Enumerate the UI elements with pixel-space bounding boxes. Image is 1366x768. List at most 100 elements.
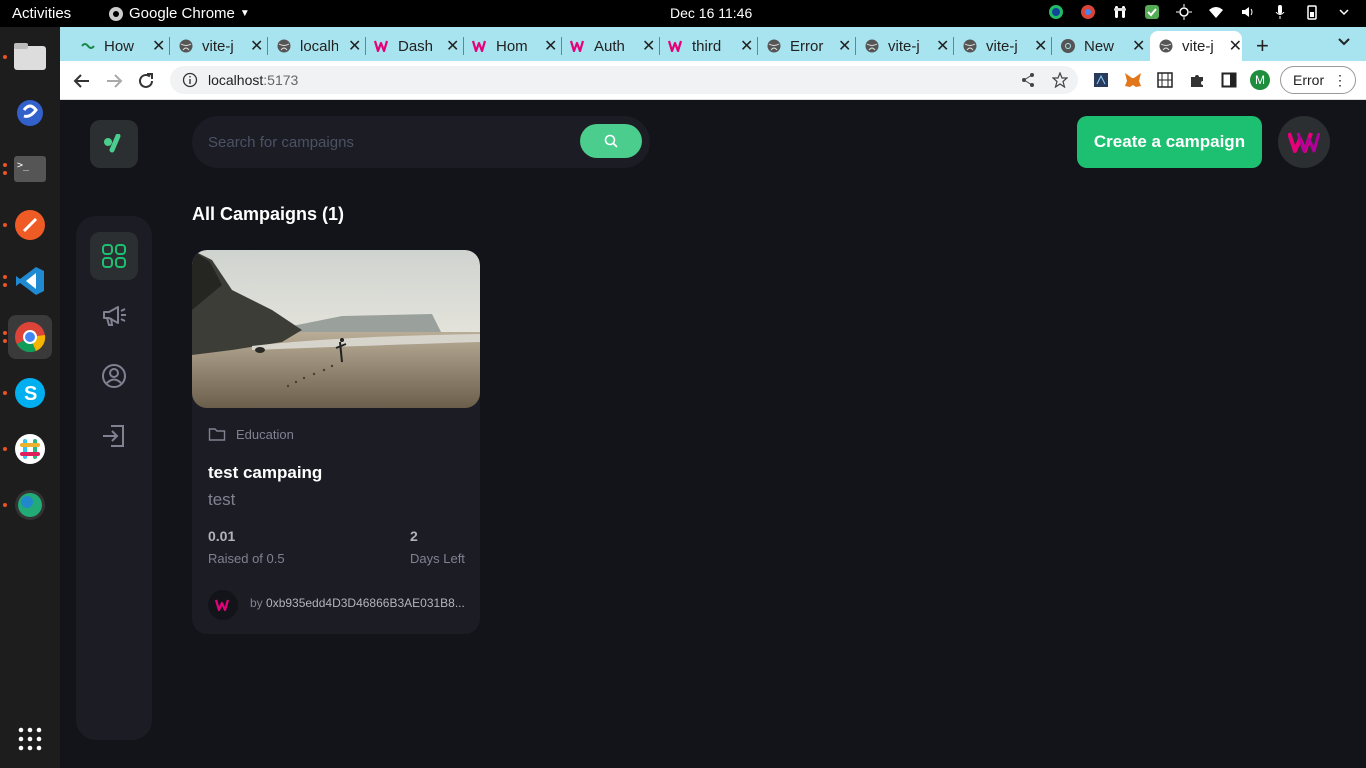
w-logo-icon bbox=[668, 38, 684, 54]
profile-avatar-button[interactable] bbox=[1278, 116, 1330, 168]
chrome-app-icon[interactable] bbox=[8, 315, 52, 359]
globe-icon bbox=[178, 38, 194, 54]
create-campaign-button[interactable]: Create a campaign bbox=[1077, 116, 1262, 168]
clock[interactable]: Dec 16 11:46 bbox=[670, 5, 752, 21]
logo-icon bbox=[104, 134, 121, 153]
app-logo[interactable] bbox=[90, 120, 138, 168]
logout-icon bbox=[103, 425, 124, 447]
running-indicator bbox=[3, 447, 7, 451]
extension-grid-icon[interactable] bbox=[1156, 71, 1174, 89]
w-logo-icon bbox=[374, 38, 390, 54]
tab-title: New bbox=[1084, 37, 1115, 55]
close-icon[interactable]: ✕ bbox=[446, 36, 459, 56]
close-icon[interactable]: ✕ bbox=[1229, 36, 1242, 56]
reload-icon bbox=[139, 73, 153, 88]
owner-prefix: by bbox=[250, 596, 267, 610]
close-icon[interactable]: ✕ bbox=[544, 36, 557, 56]
browser-tab[interactable]: Hom ✕ bbox=[464, 31, 560, 61]
amount-raised: 0.01 bbox=[208, 528, 236, 544]
puzzle-icon[interactable] bbox=[1188, 71, 1206, 89]
terminal-app-icon[interactable]: >_ bbox=[8, 147, 52, 191]
search-input[interactable] bbox=[208, 130, 568, 154]
volume-icon[interactable] bbox=[1240, 4, 1256, 20]
files-app-icon[interactable] bbox=[8, 35, 52, 79]
campaign-description: test bbox=[208, 490, 236, 509]
close-icon[interactable]: ✕ bbox=[250, 36, 263, 56]
folder-icon bbox=[208, 428, 226, 441]
search-icon bbox=[604, 134, 618, 148]
globe-tray-icon[interactable] bbox=[1048, 4, 1064, 20]
postman-app-icon[interactable] bbox=[8, 203, 52, 247]
browser-tab[interactable]: vite-j ✕ bbox=[954, 31, 1050, 61]
close-icon[interactable]: ✕ bbox=[936, 36, 949, 56]
running-indicator bbox=[3, 275, 7, 279]
extension-network-icon[interactable] bbox=[1092, 71, 1110, 89]
activities-button[interactable]: Activities bbox=[12, 5, 71, 22]
close-icon[interactable]: ✕ bbox=[642, 36, 655, 56]
tab-title: Dash bbox=[398, 37, 434, 55]
browser-tab[interactable]: How ✕ bbox=[72, 31, 168, 61]
sync-error-button[interactable]: Error ⋮ bbox=[1280, 66, 1356, 94]
owner-address: 0xb935edd4D3D46866B3AE031B8... bbox=[266, 596, 465, 610]
close-icon[interactable]: ✕ bbox=[348, 36, 361, 56]
show-apps-icon[interactable] bbox=[8, 717, 52, 761]
browser-tab[interactable]: Error ✕ bbox=[758, 31, 854, 61]
profile-avatar[interactable]: M bbox=[1250, 70, 1270, 90]
simplenote-app-icon[interactable] bbox=[8, 91, 52, 135]
amount-raised-label: Raised of 0.5 bbox=[208, 551, 285, 566]
campaign-card[interactable]: Education test campaing test 0.01 Raised… bbox=[192, 250, 480, 634]
tab-title: third bbox=[692, 37, 722, 55]
browser-tab[interactable]: Dash ✕ bbox=[366, 31, 462, 61]
metamask-icon[interactable] bbox=[1124, 71, 1142, 89]
update-tray-icon[interactable] bbox=[1144, 4, 1160, 20]
browser-tab[interactable]: vite-j ✕ bbox=[1150, 31, 1242, 61]
side-panel-icon[interactable] bbox=[1220, 71, 1238, 89]
sidebar-item-logout[interactable] bbox=[90, 412, 138, 460]
search-button[interactable] bbox=[580, 124, 642, 158]
browser-tab[interactable]: New ✕ bbox=[1052, 31, 1148, 61]
globe-app-icon[interactable] bbox=[8, 483, 52, 527]
skype-app-icon[interactable]: S bbox=[8, 371, 52, 415]
close-icon[interactable]: ✕ bbox=[1034, 36, 1047, 56]
forward-button[interactable] bbox=[102, 69, 126, 93]
tab-title: Hom bbox=[496, 37, 528, 55]
back-button[interactable] bbox=[70, 69, 94, 93]
browser-tab[interactable]: localh ✕ bbox=[268, 31, 364, 61]
close-icon[interactable]: ✕ bbox=[1132, 36, 1145, 56]
campaign-owner: by 0xb935edd4D3D46866B3AE031B8... bbox=[250, 596, 470, 610]
running-indicator bbox=[3, 223, 7, 227]
info-icon[interactable] bbox=[182, 72, 198, 88]
globe-icon bbox=[864, 38, 880, 54]
wifi-icon[interactable] bbox=[1208, 4, 1224, 20]
power-menu-icon[interactable] bbox=[1336, 4, 1352, 20]
new-tab-button[interactable]: + bbox=[1256, 33, 1269, 59]
reload-button[interactable] bbox=[134, 69, 158, 93]
browser-tab[interactable]: vite-j ✕ bbox=[856, 31, 952, 61]
browser-tab[interactable]: third ✕ bbox=[660, 31, 756, 61]
tab-search-button[interactable] bbox=[1337, 35, 1351, 52]
address-bar[interactable]: localhost:5173 bbox=[170, 66, 1078, 94]
star-icon[interactable] bbox=[1052, 72, 1068, 88]
close-icon[interactable]: ✕ bbox=[740, 36, 753, 56]
slack-app-icon[interactable] bbox=[8, 427, 52, 471]
sidebar-item-profile[interactable] bbox=[90, 352, 138, 400]
close-icon[interactable]: ✕ bbox=[838, 36, 851, 56]
vscode-app-icon[interactable] bbox=[8, 259, 52, 303]
svg-text:>_: >_ bbox=[17, 160, 30, 171]
running-indicator bbox=[3, 171, 7, 175]
sidebar-item-dashboard[interactable] bbox=[90, 232, 138, 280]
close-icon[interactable]: ✕ bbox=[152, 36, 165, 56]
microphone-icon[interactable] bbox=[1272, 4, 1288, 20]
kebab-menu-icon[interactable]: ⋮ bbox=[1333, 72, 1347, 89]
browser-tab[interactable]: Auth ✕ bbox=[562, 31, 658, 61]
battery-icon[interactable] bbox=[1304, 4, 1320, 20]
running-indicator bbox=[3, 331, 7, 335]
app-menu[interactable]: Google Chrome ▼ bbox=[108, 5, 250, 22]
chrome-tray-icon[interactable] bbox=[1080, 4, 1096, 20]
sidebar-item-campaign[interactable] bbox=[90, 292, 138, 340]
brightness-icon[interactable] bbox=[1176, 4, 1192, 20]
slack-tray-icon[interactable] bbox=[1112, 4, 1128, 20]
globe-icon bbox=[962, 38, 978, 54]
browser-tab[interactable]: vite-j ✕ bbox=[170, 31, 266, 61]
share-icon[interactable] bbox=[1020, 72, 1036, 88]
